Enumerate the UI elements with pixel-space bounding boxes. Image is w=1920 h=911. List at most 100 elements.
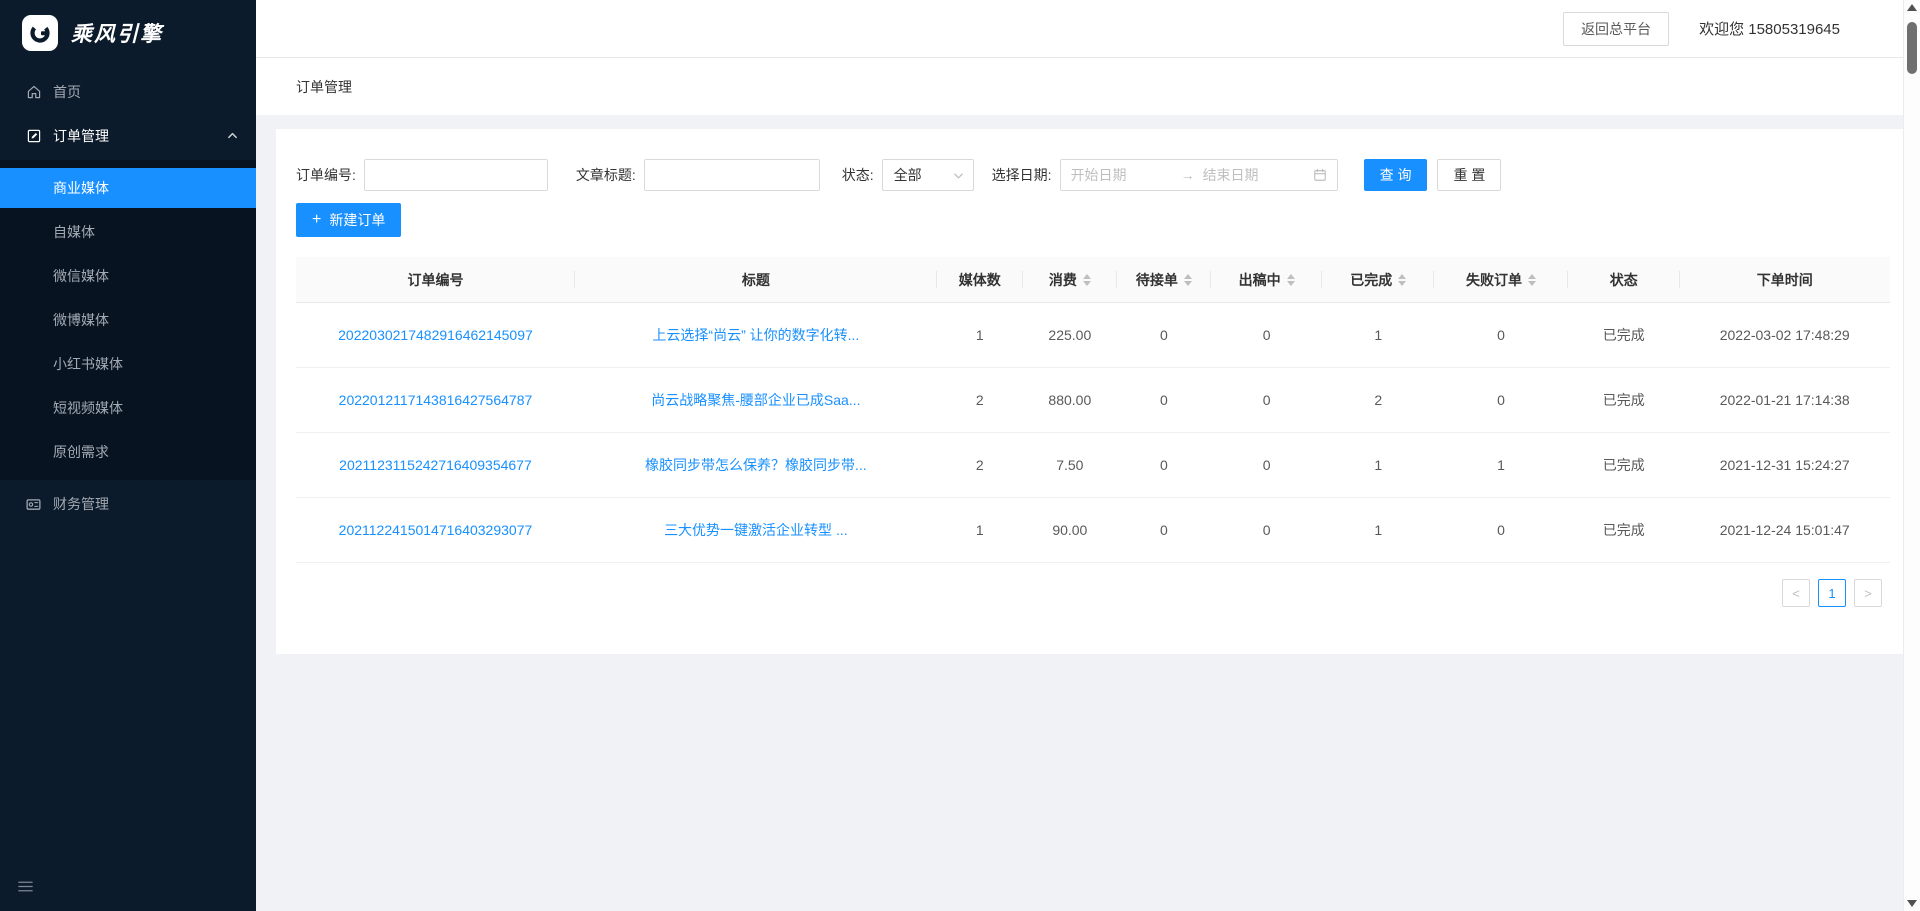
reset-button[interactable]: 重 置 — [1437, 159, 1501, 191]
table-header-row: 订单编号标题媒体数消费待接单出稿中已完成失败订单状态下单时间 — [296, 257, 1890, 303]
order-number-link[interactable]: 2021122415014716403293077 — [296, 522, 575, 538]
sidebar-item-finance[interactable]: 财务管理 — [0, 484, 256, 524]
new-order-row: + 新建订单 — [296, 203, 1890, 237]
window-scrollbar[interactable] — [1903, 0, 1920, 911]
sidebar-submenu: 商业媒体自媒体微信媒体微博媒体小红书媒体短视频媒体原创需求 — [0, 160, 256, 480]
table-cell: 已完成 — [1568, 520, 1680, 540]
article-title-input[interactable] — [644, 159, 820, 191]
back-to-platform-button[interactable]: 返回总平台 — [1563, 12, 1669, 46]
welcome-text: 欢迎您 15805319645 — [1699, 18, 1840, 39]
column-header-标题: 标题 — [575, 257, 937, 302]
table-cell: 1 — [1322, 457, 1434, 473]
new-order-button-label: 新建订单 — [329, 210, 385, 230]
table-cell: 0 — [1117, 522, 1211, 538]
table-cell: 0 — [1117, 457, 1211, 473]
table-cell: 2022-01-21 17:14:38 — [1680, 392, 1890, 408]
table-cell: 1 — [1434, 457, 1568, 473]
column-header-失败订单[interactable]: 失败订单 — [1434, 257, 1568, 302]
finance-icon — [25, 496, 42, 513]
table-cell: 1 — [1322, 522, 1434, 538]
pagination-prev-button[interactable]: < — [1782, 579, 1810, 607]
date-label: 选择日期: — [992, 165, 1052, 185]
search-button[interactable]: 查 询 — [1364, 159, 1428, 191]
table-cell: 0 — [1211, 457, 1323, 473]
column-header-label: 媒体数 — [959, 270, 1001, 290]
column-header-出稿中[interactable]: 出稿中 — [1211, 257, 1323, 302]
order-title-link[interactable]: 三大优势一键激活企业转型 ... — [575, 520, 937, 540]
sidebar-item-orders[interactable]: 订单管理 — [0, 116, 256, 156]
table-cell: 0 — [1434, 522, 1568, 538]
column-header-已完成[interactable]: 已完成 — [1322, 257, 1434, 302]
order-number-link[interactable]: 2022012117143816427564787 — [296, 392, 575, 408]
table-cell: 2022-03-02 17:48:29 — [1680, 327, 1890, 343]
table-cell: 1 — [937, 522, 1023, 538]
table-cell: 已完成 — [1568, 325, 1680, 345]
sidebar-subitem-小红书媒体[interactable]: 小红书媒体 — [0, 344, 256, 384]
order-no-input[interactable] — [364, 159, 548, 191]
sort-caret-icon[interactable] — [1287, 274, 1295, 286]
column-header-媒体数: 媒体数 — [937, 257, 1023, 302]
date-range-picker[interactable]: 开始日期 → 结束日期 — [1060, 159, 1338, 191]
table-cell: 0 — [1117, 327, 1211, 343]
sidebar-collapse-icon[interactable] — [14, 875, 36, 897]
pagination-page-1[interactable]: 1 — [1818, 579, 1846, 607]
table-row: 2021123115242716409354677橡胶同步带怎么保养？橡胶同步带… — [296, 433, 1890, 498]
filter-row: 订单编号: 文章标题: 状态: 全部 选择日期: 开始日期 → — [296, 159, 1890, 191]
brand-name: 乘风引擎 — [71, 18, 163, 48]
sort-caret-icon[interactable] — [1083, 274, 1091, 286]
chevron-down-icon — [953, 170, 964, 181]
table-cell: 1 — [937, 327, 1023, 343]
order-title-link[interactable]: 上云选择“尚云” 让你的数字化转... — [575, 325, 937, 345]
date-start-placeholder: 开始日期 — [1071, 165, 1173, 185]
new-order-button[interactable]: + 新建订单 — [296, 203, 401, 237]
plus-icon: + — [312, 212, 321, 228]
column-header-待接单[interactable]: 待接单 — [1117, 257, 1211, 302]
table-cell: 2 — [937, 457, 1023, 473]
table-cell: 2021-12-31 15:24:27 — [1680, 457, 1890, 473]
sidebar-item-home[interactable]: 首页 — [0, 72, 256, 112]
scrollbar-thumb[interactable] — [1907, 22, 1917, 74]
order-number-link[interactable]: 2021123115242716409354677 — [296, 457, 575, 473]
sidebar: 乘风引擎 首页 订单管理 商业媒体自媒体微信媒体微博媒体小红书媒体短视频媒体原创… — [0, 0, 256, 911]
order-title-link[interactable]: 橡胶同步带怎么保养？橡胶同步带... — [575, 455, 937, 475]
date-range-arrow-icon: → — [1181, 167, 1195, 183]
sort-caret-icon[interactable] — [1528, 274, 1536, 286]
sidebar-subitem-微博媒体[interactable]: 微博媒体 — [0, 300, 256, 340]
column-header-label: 消费 — [1049, 270, 1077, 290]
pagination: < 1 > — [296, 579, 1890, 607]
column-header-label: 出稿中 — [1239, 270, 1281, 290]
table-cell: 7.50 — [1023, 457, 1117, 473]
table-cell: 2 — [937, 392, 1023, 408]
table-cell: 0 — [1211, 392, 1323, 408]
order-number-link[interactable]: 2022030217482916462145097 — [296, 327, 575, 343]
orders-table: 订单编号标题媒体数消费待接单出稿中已完成失败订单状态下单时间 202203021… — [296, 257, 1890, 563]
topbar: 返回总平台 欢迎您 15805319645 — [256, 0, 1920, 58]
sidebar-item-label: 首页 — [53, 82, 81, 102]
scrollbar-up-arrow-icon[interactable] — [1907, 4, 1917, 11]
status-select[interactable]: 全部 — [882, 159, 974, 191]
sort-caret-icon[interactable] — [1184, 274, 1192, 286]
order-title-link[interactable]: 尚云战略聚焦-腰部企业已成Saa... — [575, 390, 937, 410]
pagination-next-button[interactable]: > — [1854, 579, 1882, 607]
sidebar-subitem-短视频媒体[interactable]: 短视频媒体 — [0, 388, 256, 428]
breadcrumb-bar: 订单管理 — [256, 58, 1920, 115]
column-header-label: 状态 — [1610, 270, 1638, 290]
calendar-icon — [1313, 168, 1327, 182]
table-cell: 2021-12-24 15:01:47 — [1680, 522, 1890, 538]
sidebar-menu: 首页 订单管理 商业媒体自媒体微信媒体微博媒体小红书媒体短视频媒体原创需求 财务… — [0, 72, 256, 524]
order-no-label: 订单编号: — [296, 165, 356, 185]
sidebar-subitem-商业媒体[interactable]: 商业媒体 — [0, 168, 256, 208]
sidebar-subitem-自媒体[interactable]: 自媒体 — [0, 212, 256, 252]
column-header-消费[interactable]: 消费 — [1023, 257, 1117, 302]
table-cell: 880.00 — [1023, 392, 1117, 408]
scrollbar-down-arrow-icon[interactable] — [1907, 900, 1917, 907]
order-form-icon — [25, 128, 42, 145]
status-select-value: 全部 — [894, 165, 922, 185]
main-area: 返回总平台 欢迎您 15805319645 订单管理 订单编号: 文章标题: 状… — [256, 0, 1920, 911]
sidebar-subitem-原创需求[interactable]: 原创需求 — [0, 432, 256, 472]
sort-caret-icon[interactable] — [1398, 274, 1406, 286]
content-area: 订单编号: 文章标题: 状态: 全部 选择日期: 开始日期 → — [256, 115, 1920, 911]
sidebar-item-label: 财务管理 — [53, 494, 109, 514]
sidebar-subitem-微信媒体[interactable]: 微信媒体 — [0, 256, 256, 296]
table-row: 2022012117143816427564787尚云战略聚焦-腰部企业已成Sa… — [296, 368, 1890, 433]
